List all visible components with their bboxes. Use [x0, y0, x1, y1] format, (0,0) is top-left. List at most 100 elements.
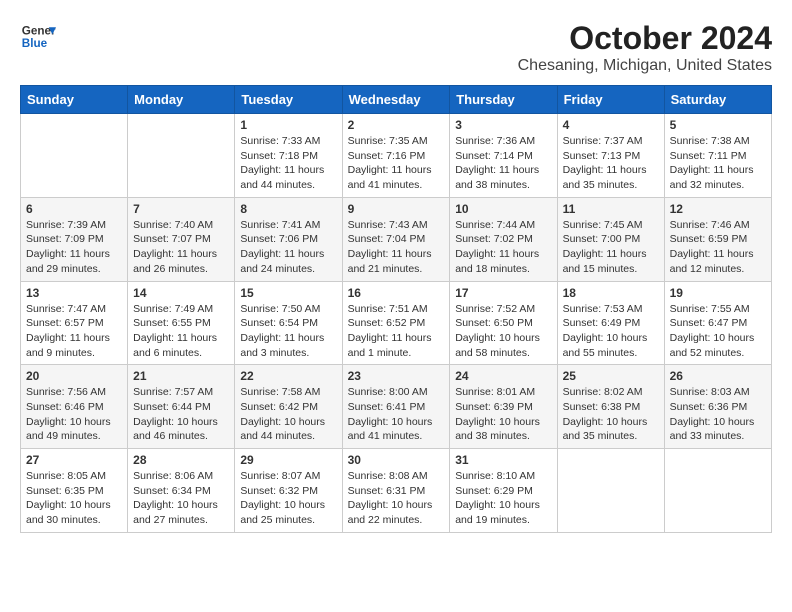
calendar-cell: 4Sunrise: 7:37 AM Sunset: 7:13 PM Daylig… — [557, 114, 664, 198]
day-number: 18 — [563, 286, 659, 300]
col-header-monday: Monday — [128, 86, 235, 114]
calendar-cell: 18 Sunrise: 7:53 AM Sunset: 6:49 PM Dayli… — [557, 281, 664, 365]
day-number: 6 — [26, 202, 122, 216]
page-subtitle: Chesaning, Michigan, United States — [518, 57, 772, 75]
calendar-cell: 23 Sunrise: 8:00 AM Sunset: 6:41 PM Dayli… — [342, 365, 450, 449]
col-header-friday: Friday — [557, 86, 664, 114]
calendar-cell: 9 Sunrise: 7:43 AM Sunset: 7:04 PM Daylig… — [342, 197, 450, 281]
day-info: Sunrise: 7:57 AM Sunset: 6:44 PM Dayligh… — [133, 385, 229, 444]
day-number: 10 — [455, 202, 551, 216]
calendar-cell: 10 Sunrise: 7:44 AM Sunset: 7:02 PM Dayli… — [450, 197, 557, 281]
day-number: 5 — [670, 118, 766, 132]
calendar-cell: 24Sunrise: 8:01 AM Sunset: 6:39 PM Dayli… — [450, 365, 557, 449]
calendar-cell — [21, 114, 128, 198]
day-number: 12 — [670, 202, 766, 216]
calendar-cell — [664, 449, 771, 533]
svg-text:Blue: Blue — [22, 37, 48, 50]
calendar-cell: 14 Sunrise: 7:49 AM Sunset: 6:55 PM Dayli… — [128, 281, 235, 365]
day-info: Sunrise: 8:03 AM Sunset: 6:36 PM Dayligh… — [670, 385, 766, 444]
calendar-cell: 27 Sunrise: 8:05 AM Sunset: 6:35 PM Dayli… — [21, 449, 128, 533]
day-info: Sunrise: 8:06 AM Sunset: 6:34 PM Dayligh… — [133, 469, 229, 528]
day-number: 23 — [348, 369, 445, 383]
day-number: 8 — [240, 202, 336, 216]
logo-icon: General Blue — [20, 20, 56, 56]
day-number: 31 — [455, 453, 551, 467]
day-number: 22 — [240, 369, 336, 383]
calendar-week-row: 1 Sunrise: 7:33 AM Sunset: 7:18 PM Daylig… — [21, 114, 772, 198]
col-header-sunday: Sunday — [21, 86, 128, 114]
logo: General Blue — [20, 20, 56, 56]
calendar-cell: 12 Sunrise: 7:46 AM Sunset: 6:59 PM Dayli… — [664, 197, 771, 281]
day-info: Sunrise: 7:36 AM Sunset: 7:14 PM Dayligh… — [455, 134, 551, 193]
calendar-cell: 28 Sunrise: 8:06 AM Sunset: 6:34 PM Dayli… — [128, 449, 235, 533]
day-number: 27 — [26, 453, 122, 467]
calendar-week-row: 20 Sunrise: 7:56 AM Sunset: 6:46 PM Dayli… — [21, 365, 772, 449]
day-info: Sunrise: 7:50 AM Sunset: 6:54 PM Dayligh… — [240, 302, 336, 361]
day-info: Sunrise: 7:33 AM Sunset: 7:18 PM Dayligh… — [240, 134, 336, 193]
day-info: Sunrise: 7:58 AM Sunset: 6:42 PM Dayligh… — [240, 385, 336, 444]
col-header-saturday: Saturday — [664, 86, 771, 114]
calendar-cell: 11Sunrise: 7:45 AM Sunset: 7:00 PM Dayli… — [557, 197, 664, 281]
title-block: October 2024 Chesaning, Michigan, United… — [518, 20, 772, 75]
calendar-cell: 20 Sunrise: 7:56 AM Sunset: 6:46 PM Dayli… — [21, 365, 128, 449]
day-info: Sunrise: 8:08 AM Sunset: 6:31 PM Dayligh… — [348, 469, 445, 528]
day-number: 1 — [240, 118, 336, 132]
day-info: Sunrise: 7:56 AM Sunset: 6:46 PM Dayligh… — [26, 385, 122, 444]
col-header-wednesday: Wednesday — [342, 86, 450, 114]
day-number: 17 — [455, 286, 551, 300]
day-number: 25 — [563, 369, 659, 383]
day-info: Sunrise: 8:01 AM Sunset: 6:39 PM Dayligh… — [455, 385, 551, 444]
calendar-week-row: 13Sunrise: 7:47 AM Sunset: 6:57 PM Dayli… — [21, 281, 772, 365]
day-info: Sunrise: 7:55 AM Sunset: 6:47 PM Dayligh… — [670, 302, 766, 361]
day-info: Sunrise: 7:45 AM Sunset: 7:00 PM Dayligh… — [563, 218, 659, 277]
calendar-cell: 31Sunrise: 8:10 AM Sunset: 6:29 PM Dayli… — [450, 449, 557, 533]
day-number: 3 — [455, 118, 551, 132]
day-number: 15 — [240, 286, 336, 300]
page-title: October 2024 — [518, 20, 772, 57]
calendar-cell: 5 Sunrise: 7:38 AM Sunset: 7:11 PM Daylig… — [664, 114, 771, 198]
day-info: Sunrise: 7:49 AM Sunset: 6:55 PM Dayligh… — [133, 302, 229, 361]
day-info: Sunrise: 8:00 AM Sunset: 6:41 PM Dayligh… — [348, 385, 445, 444]
calendar-cell — [128, 114, 235, 198]
calendar-cell: 15 Sunrise: 7:50 AM Sunset: 6:54 PM Dayli… — [235, 281, 342, 365]
col-header-thursday: Thursday — [450, 86, 557, 114]
day-number: 9 — [348, 202, 445, 216]
day-info: Sunrise: 7:52 AM Sunset: 6:50 PM Dayligh… — [455, 302, 551, 361]
day-number: 20 — [26, 369, 122, 383]
calendar-header-row: SundayMondayTuesdayWednesdayThursdayFrid… — [21, 86, 772, 114]
calendar-table: SundayMondayTuesdayWednesdayThursdayFrid… — [20, 85, 772, 533]
calendar-cell: 19 Sunrise: 7:55 AM Sunset: 6:47 PM Dayli… — [664, 281, 771, 365]
calendar-cell: 22 Sunrise: 7:58 AM Sunset: 6:42 PM Dayli… — [235, 365, 342, 449]
calendar-cell: 7Sunrise: 7:40 AM Sunset: 7:07 PM Daylig… — [128, 197, 235, 281]
day-info: Sunrise: 7:38 AM Sunset: 7:11 PM Dayligh… — [670, 134, 766, 193]
day-number: 7 — [133, 202, 229, 216]
calendar-cell: 3 Sunrise: 7:36 AM Sunset: 7:14 PM Daylig… — [450, 114, 557, 198]
calendar-cell: 17 Sunrise: 7:52 AM Sunset: 6:50 PM Dayli… — [450, 281, 557, 365]
day-number: 30 — [348, 453, 445, 467]
day-info: Sunrise: 7:35 AM Sunset: 7:16 PM Dayligh… — [348, 134, 445, 193]
day-info: Sunrise: 7:46 AM Sunset: 6:59 PM Dayligh… — [670, 218, 766, 277]
day-info: Sunrise: 7:43 AM Sunset: 7:04 PM Dayligh… — [348, 218, 445, 277]
day-info: Sunrise: 7:53 AM Sunset: 6:49 PM Dayligh… — [563, 302, 659, 361]
calendar-cell: 1 Sunrise: 7:33 AM Sunset: 7:18 PM Daylig… — [235, 114, 342, 198]
calendar-cell: 13Sunrise: 7:47 AM Sunset: 6:57 PM Dayli… — [21, 281, 128, 365]
day-number: 19 — [670, 286, 766, 300]
day-number: 2 — [348, 118, 445, 132]
day-number: 14 — [133, 286, 229, 300]
day-number: 29 — [240, 453, 336, 467]
calendar-cell: 21 Sunrise: 7:57 AM Sunset: 6:44 PM Dayli… — [128, 365, 235, 449]
day-info: Sunrise: 7:51 AM Sunset: 6:52 PM Dayligh… — [348, 302, 445, 361]
day-number: 28 — [133, 453, 229, 467]
day-number: 4 — [563, 118, 659, 132]
col-header-tuesday: Tuesday — [235, 86, 342, 114]
calendar-week-row: 6 Sunrise: 7:39 AM Sunset: 7:09 PM Daylig… — [21, 197, 772, 281]
calendar-cell: 2 Sunrise: 7:35 AM Sunset: 7:16 PM Daylig… — [342, 114, 450, 198]
day-info: Sunrise: 7:41 AM Sunset: 7:06 PM Dayligh… — [240, 218, 336, 277]
day-info: Sunrise: 7:39 AM Sunset: 7:09 PM Dayligh… — [26, 218, 122, 277]
calendar-cell: 30 Sunrise: 8:08 AM Sunset: 6:31 PM Dayli… — [342, 449, 450, 533]
day-number: 21 — [133, 369, 229, 383]
day-info: Sunrise: 7:44 AM Sunset: 7:02 PM Dayligh… — [455, 218, 551, 277]
calendar-cell: 26Sunrise: 8:03 AM Sunset: 6:36 PM Dayli… — [664, 365, 771, 449]
day-info: Sunrise: 7:47 AM Sunset: 6:57 PM Dayligh… — [26, 302, 122, 361]
day-info: Sunrise: 8:05 AM Sunset: 6:35 PM Dayligh… — [26, 469, 122, 528]
